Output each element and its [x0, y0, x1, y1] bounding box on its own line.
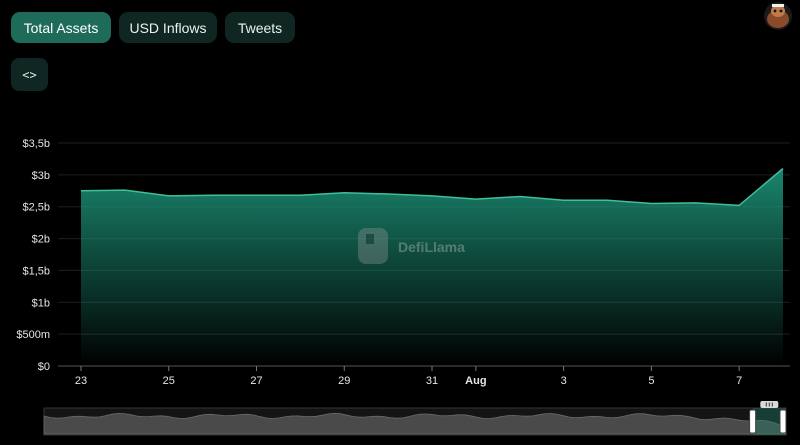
- watermark-text: DefiLlama: [398, 239, 465, 255]
- llama-avatar-icon: [764, 2, 792, 30]
- x-tick-label: 3: [561, 375, 567, 387]
- x-tick-label: 5: [648, 375, 654, 387]
- x-tick-label: Aug: [465, 375, 486, 387]
- x-tick-label: 29: [338, 375, 350, 387]
- area-chart: $0 $500m $1b $1,5b $2b $2,5b $3b $3,5b DefiLlam…: [16, 138, 790, 387]
- brush-right-handle[interactable]: [779, 409, 787, 434]
- x-axis: 23 25 27 29 31 Aug 3 5 7: [58, 365, 790, 387]
- area-fill: [81, 168, 783, 366]
- tab-usd-inflows[interactable]: USD Inflows: [119, 12, 217, 43]
- brush-overview-line: [43, 412, 787, 435]
- time-range-brush[interactable]: [0, 400, 800, 440]
- brush-grip-icon[interactable]: [760, 401, 779, 408]
- x-tick-label: 31: [426, 375, 438, 387]
- avatar[interactable]: [763, 2, 793, 30]
- x-tick-label: 7: [736, 375, 742, 387]
- embed-code-button[interactable]: <>: [11, 58, 48, 91]
- defillama-logo-icon: [358, 228, 388, 264]
- y-tick-label: $2,5b: [22, 202, 50, 214]
- y-tick-label: $1,5b: [22, 265, 50, 277]
- tab-tweets[interactable]: Tweets: [225, 12, 295, 43]
- y-tick-label: $3b: [32, 170, 50, 182]
- x-tick-label: 23: [75, 375, 87, 387]
- y-axis: $0 $500m $1b $1,5b $2b $2,5b $3b $3,5b: [16, 138, 50, 373]
- y-tick-label: $1b: [32, 297, 50, 309]
- brush-left-handle[interactable]: [749, 409, 757, 434]
- y-tick-label: $3,5b: [22, 138, 50, 150]
- y-tick-label: $2b: [32, 234, 50, 246]
- x-tick-label: 25: [163, 375, 175, 387]
- y-tick-label: $0: [38, 361, 50, 373]
- tab-total-assets[interactable]: Total Assets: [11, 12, 111, 43]
- y-tick-label: $500m: [16, 329, 50, 341]
- x-tick-label: 27: [250, 375, 262, 387]
